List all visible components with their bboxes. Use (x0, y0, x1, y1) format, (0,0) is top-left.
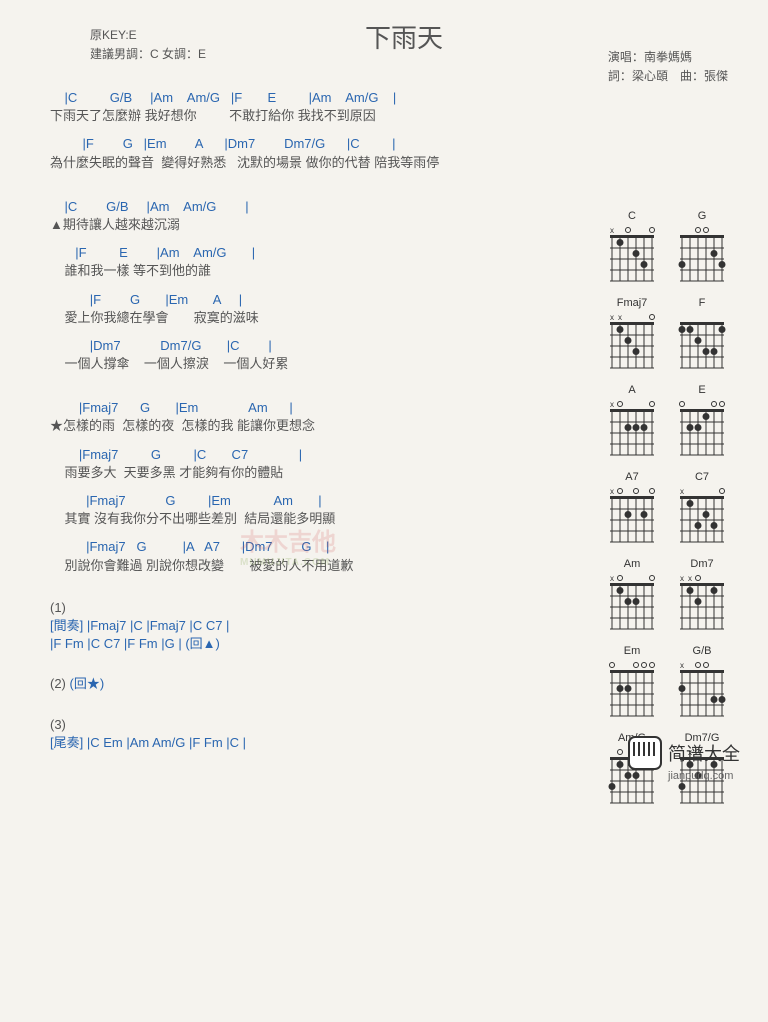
chord-label: Em (606, 645, 658, 657)
fretboard-icon (677, 225, 727, 283)
fretboard-icon: xx (677, 573, 727, 631)
chord-line: |Dm7 Dm7/G |C | (50, 337, 580, 355)
fretboard-icon: xx (607, 312, 657, 370)
lyric-line: 別說你會難過 別說你想改變 被愛的人不用道歉 (50, 557, 580, 575)
chord-line: |F G |Em A |Dm7 Dm7/G |C | (50, 135, 580, 153)
fretboard-icon: x (677, 486, 727, 544)
svg-text:x: x (610, 226, 614, 235)
fretboard-icon (607, 660, 657, 718)
chord-diagram: Ax (606, 384, 658, 457)
svg-text:x: x (618, 313, 622, 322)
svg-text:x: x (610, 400, 614, 409)
fretboard-icon: x (607, 225, 657, 283)
lyric-line: 一個人撐傘 一個人擦淚 一個人好累 (50, 355, 580, 373)
chord-label: Am (606, 558, 658, 570)
svg-text:x: x (680, 574, 684, 583)
chord-label: E (676, 384, 728, 396)
flow-line: (2) (回★) (50, 675, 580, 693)
lyric-line: 下雨天了怎麼辦 我好想你 不敢打給你 我找不到原因 (50, 107, 580, 125)
fretboard-icon: x (607, 399, 657, 457)
chord-line: |Fmaj7 G |Em Am | (50, 399, 580, 417)
fretboard-icon (677, 399, 727, 457)
fretboard-icon: x (677, 660, 727, 718)
lyric-line: 其實 沒有我你分不出哪些差別 結局還能多明顯 (50, 510, 580, 528)
chord-diagram: G/B x (676, 645, 728, 718)
chord-line: |C G/B |Am Am/G | (50, 198, 580, 216)
chord-diagram: E (676, 384, 728, 457)
chord-diagram: Fmaj7 xx (606, 297, 658, 370)
chord-line: |Fmaj7 G |A A7 |Dm7 G | (50, 538, 580, 556)
chord-label: C (606, 210, 658, 222)
chord-line: |F E |Am Am/G | (50, 244, 580, 262)
svg-text:x: x (610, 487, 614, 496)
svg-text:x: x (680, 661, 684, 670)
footer: 简谱大全 jianpudq.com (628, 736, 740, 782)
svg-text:x: x (610, 574, 614, 583)
chord-line: |Fmaj7 G |C C7 | (50, 446, 580, 464)
writer-line: 詞：梁心頤 曲：張傑 (608, 67, 728, 86)
svg-text:x: x (688, 574, 692, 583)
chord-diagram: Dm7 xx (676, 558, 728, 631)
chord-label: G/B (676, 645, 728, 657)
footer-brand: 简谱大全 (668, 740, 740, 766)
chord-diagram-grid: CxGFmaj7xxFAxEA7xC7xAmxDm7xxEmG/BxAm/GDm… (606, 210, 746, 805)
header: 原KEY:E 建議男調：C 女調：E 下雨天 演唱：南拳媽媽 詞：梁心頤 曲：張… (0, 10, 768, 79)
piano-icon (628, 736, 662, 770)
chord-line: |Fmaj7 G |Em Am | (50, 492, 580, 510)
lyrics-sheet: |C G/B |Am Am/G |F E |Am Am/G |下雨天了怎麼辦 我… (0, 89, 580, 766)
chord-diagram: C7 x (676, 471, 728, 544)
lyric-line: 誰和我一樣 等不到他的誰 (50, 262, 580, 280)
chord-diagram: F (676, 297, 728, 370)
svg-text:x: x (610, 313, 614, 322)
chord-label: A (606, 384, 658, 396)
chord-line: |C G/B |Am Am/G |F E |Am Am/G | (50, 89, 580, 107)
lyric-line: ★怎樣的雨 怎樣的夜 怎樣的我 能讓你更想念 (50, 417, 580, 435)
chord-label: G (676, 210, 728, 222)
original-key: 原KEY:E (90, 26, 206, 45)
footer-url: jianpudq.com (668, 770, 740, 782)
svg-text:x: x (680, 487, 684, 496)
chord-diagram: G (676, 210, 728, 283)
flow-line: (1)[間奏] |Fmaj7 |C |Fmaj7 |C C7 | |F Fm |… (50, 599, 580, 654)
lyric-line: ▲期待讓人越來越沉溺 (50, 216, 580, 234)
chord-label: A7 (606, 471, 658, 483)
chord-line: |F G |Em A | (50, 291, 580, 309)
fretboard-icon: x (607, 486, 657, 544)
singer-line: 演唱：南拳媽媽 (608, 48, 728, 67)
credits: 演唱：南拳媽媽 詞：梁心頤 曲：張傑 (608, 48, 728, 86)
key-info: 原KEY:E 建議男調：C 女調：E (90, 26, 206, 64)
chord-label: Dm7 (676, 558, 728, 570)
chord-label: C7 (676, 471, 728, 483)
fretboard-icon: x (607, 573, 657, 631)
lyric-line: 愛上你我總在學會 寂寞的滋味 (50, 309, 580, 327)
suggested-key: 建議男調：C 女調：E (90, 45, 206, 64)
chord-label: Fmaj7 (606, 297, 658, 309)
chord-diagram: Em (606, 645, 658, 718)
lyric-line: 雨要多大 天要多黑 才能夠有你的體貼 (50, 464, 580, 482)
chord-label: F (676, 297, 728, 309)
fretboard-icon (677, 312, 727, 370)
chord-diagram: Cx (606, 210, 658, 283)
footer-logo: 简谱大全 (628, 736, 740, 770)
flow-line: (3)[尾奏] |C Em |Am Am/G |F Fm |C | (50, 716, 580, 752)
chord-diagram: A7 x (606, 471, 658, 544)
chord-diagram: Am x (606, 558, 658, 631)
lyric-line: 為什麼失眠的聲音 變得好熟悉 沈默的場景 做你的代替 陪我等雨停 (50, 154, 580, 172)
